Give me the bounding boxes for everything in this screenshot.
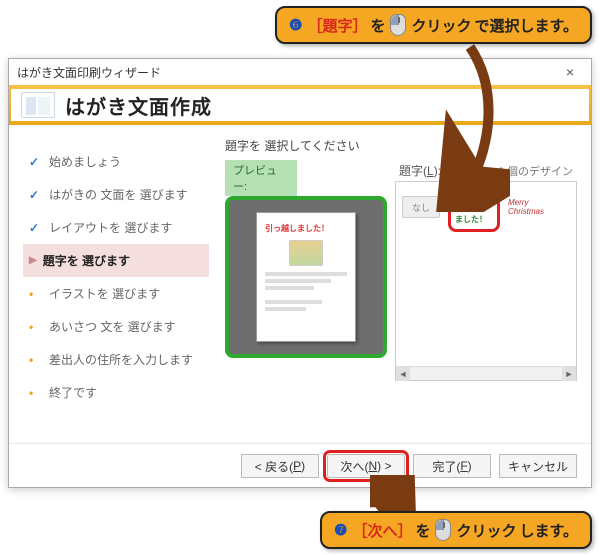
step-label: はがきの 文面を 選びます xyxy=(49,186,188,203)
callout-top: ❻ ［題字］ を クリック で選択します。 xyxy=(275,6,592,44)
callout-bottom: ❼ ［次へ］ を クリック します。 xyxy=(320,511,592,549)
scrollbar-horizontal[interactable]: ◄ ► xyxy=(396,366,576,380)
callout-top-bracket: ［題字］ xyxy=(307,15,367,36)
callout-bottom-pre: を xyxy=(415,520,430,541)
dot-icon: • xyxy=(29,287,39,301)
button-row: < 戻る(P) 次へ(N) > 完了(F) キャンセル xyxy=(9,443,591,490)
mouse-icon xyxy=(390,14,406,36)
cancel-button[interactable]: キャンセル xyxy=(499,454,577,478)
window-title: はがき文面印刷ウィザード xyxy=(17,64,161,81)
step-label: 終了です xyxy=(49,384,97,401)
step-label: レイアウトを 選びます xyxy=(49,219,172,236)
right-pane: 題字を 選択してください プレビュー: 引っ越しました！ xyxy=(209,137,577,437)
page-title: はがき文面作成 xyxy=(65,91,212,120)
step-illust: • イラストを 選びます xyxy=(23,277,209,310)
callout-top-post: で選択します。 xyxy=(474,15,578,36)
card-illustration-icon xyxy=(289,240,323,266)
step-greeting: • あいさつ 文を 選びます xyxy=(23,310,209,343)
card-title: 引っ越しました！ xyxy=(265,223,347,234)
mouse-icon xyxy=(435,519,451,541)
scroll-left-icon[interactable]: ◄ xyxy=(396,367,410,381)
preview-column: プレビュー: 引っ越しました！ xyxy=(225,160,387,358)
step-label: 題字を 選びます xyxy=(43,252,130,269)
callout-bottom-action: クリック xyxy=(456,520,516,541)
step-finish: • 終了です xyxy=(23,376,209,409)
dot-icon: • xyxy=(29,386,39,400)
steps-list: ✓ 始めましょう ✓ はがきの 文面を 選びます ✓ レイアウトを 選びます 題字を … xyxy=(23,137,209,437)
callout-top-num: ❻ xyxy=(289,16,302,34)
close-button[interactable]: × xyxy=(557,64,583,80)
step-daiji: 題字を 選びます xyxy=(23,244,209,277)
callout-top-pre: を xyxy=(370,15,385,36)
dot-icon: • xyxy=(29,353,39,367)
dot-icon: • xyxy=(29,320,39,334)
scroll-right-icon[interactable]: ► xyxy=(562,367,576,381)
back-button[interactable]: < 戻る(P) xyxy=(241,454,319,478)
daiji-thumb-3[interactable]: Merry Christmas xyxy=(508,196,546,218)
step-label: 差出人の住所を入力します xyxy=(49,351,193,368)
step-start: ✓ 始めましょう xyxy=(23,145,209,178)
preview-card: 引っ越しました！ xyxy=(256,212,356,342)
arrow-top xyxy=(420,42,510,212)
check-icon: ✓ xyxy=(29,155,39,169)
preview-label: プレビュー: xyxy=(225,160,297,196)
callout-bottom-post: します。 xyxy=(519,520,578,541)
step-label: 始めましょう xyxy=(49,153,121,170)
callout-top-action: クリック xyxy=(411,15,471,36)
preview-box: 引っ越しました！ xyxy=(225,196,387,358)
step-sender: • 差出人の住所を入力します xyxy=(23,343,209,376)
step-layout: ✓ レイアウトを 選びます xyxy=(23,211,209,244)
check-icon: ✓ xyxy=(29,188,39,202)
postcard-icon xyxy=(21,92,55,118)
step-label: あいさつ 文を 選びます xyxy=(49,318,176,335)
step-label: イラストを 選びます xyxy=(49,285,160,302)
callout-bottom-num: ❼ xyxy=(334,521,347,539)
instruction-text: 題字を 選択してください xyxy=(225,137,577,154)
callout-bottom-bracket: ［次へ］ xyxy=(352,520,412,541)
check-icon: ✓ xyxy=(29,221,39,235)
step-bunmen: ✓ はがきの 文面を 選びます xyxy=(23,178,209,211)
